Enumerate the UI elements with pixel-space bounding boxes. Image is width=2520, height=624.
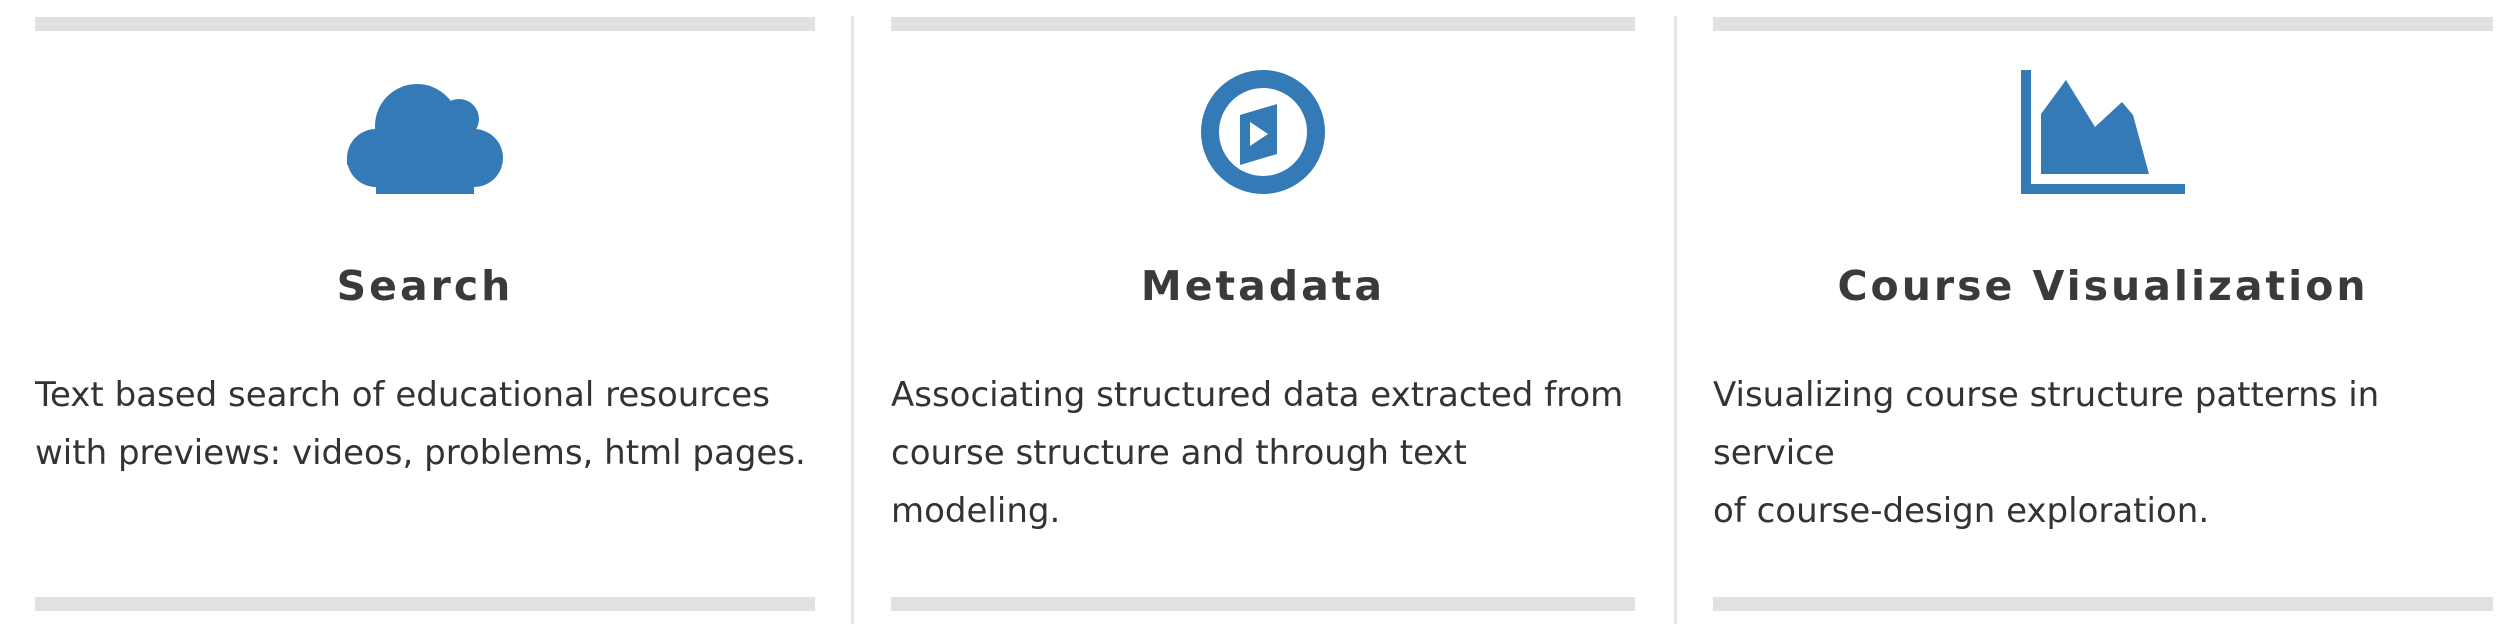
feature-card-search: Search Text based search of educational … bbox=[35, 0, 815, 624]
feature-description-line: Text based search of educational resourc… bbox=[35, 375, 770, 415]
feature-title: Metadata bbox=[1140, 262, 1386, 310]
feature-card-course-visualization: Course Visualization Visualizing course … bbox=[1713, 0, 2493, 624]
feature-description: Visualizing course structure patterns in… bbox=[1713, 366, 2493, 540]
area-chart-icon bbox=[1713, 66, 2493, 194]
column-divider bbox=[851, 16, 854, 624]
feature-title: Search bbox=[336, 262, 514, 310]
card-bottom-bar bbox=[35, 597, 815, 611]
column-divider bbox=[1674, 16, 1677, 624]
feature-card-metadata: Metadata Associating structured data ext… bbox=[891, 0, 1635, 624]
card-top-bar bbox=[35, 17, 815, 31]
cloud-icon bbox=[35, 66, 815, 194]
feature-description-line: Visualizing course structure patterns in… bbox=[1713, 375, 2380, 473]
feature-description: Associating structured data extracted fr… bbox=[891, 366, 1635, 540]
feature-description-line: course structure and through text modeli… bbox=[891, 433, 1467, 531]
card-top-bar bbox=[891, 17, 1635, 31]
feature-description-line: Associating structured data extracted fr… bbox=[891, 375, 1624, 415]
feature-description-line: with previews: videos, problems, html pa… bbox=[35, 433, 806, 473]
card-bottom-bar bbox=[891, 597, 1635, 611]
play-circle-icon bbox=[891, 66, 1635, 194]
feature-description: Text based search of educational resourc… bbox=[35, 366, 815, 482]
feature-description-line: of course-design exploration. bbox=[1713, 491, 2210, 531]
feature-title: Course Visualization bbox=[1837, 262, 2369, 310]
card-top-bar bbox=[1713, 17, 2493, 31]
features-section: Search Text based search of educational … bbox=[0, 0, 2520, 624]
card-bottom-bar bbox=[1713, 597, 2493, 611]
